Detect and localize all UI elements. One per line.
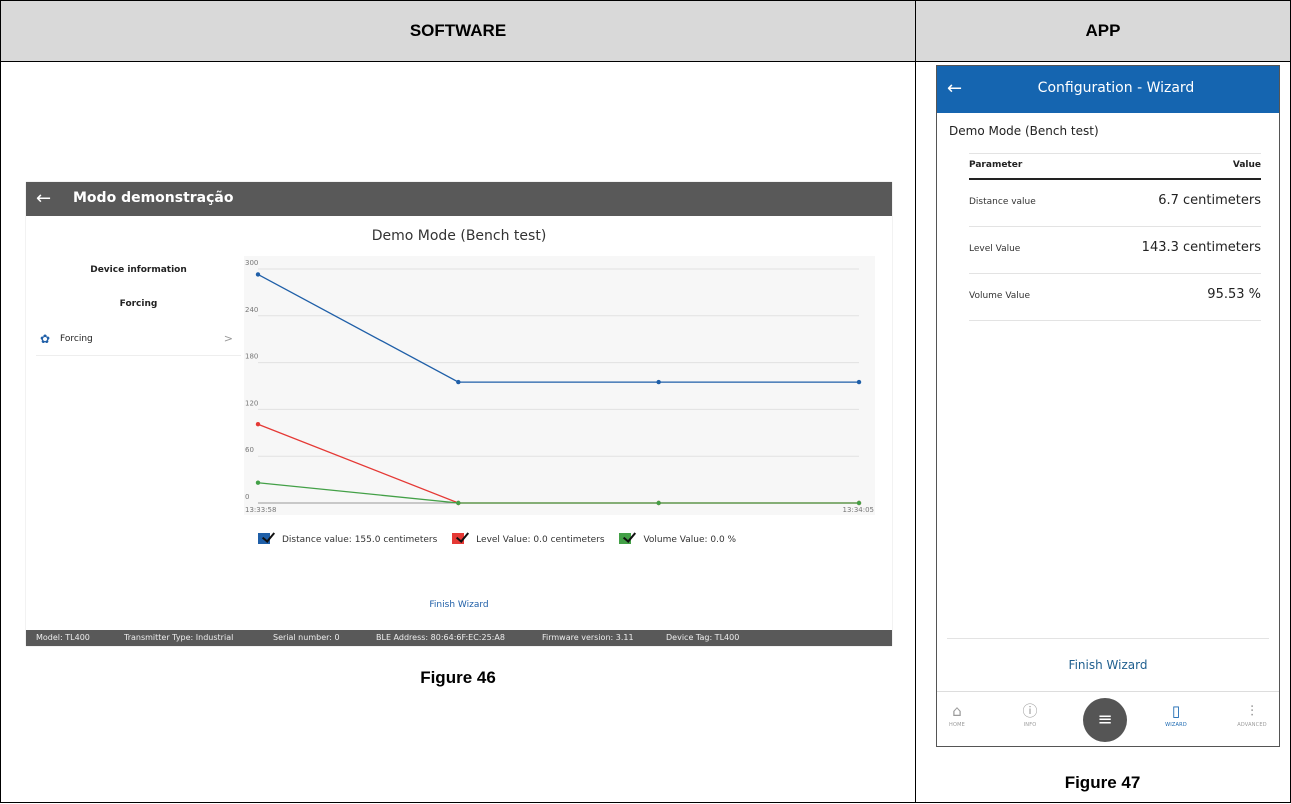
- data-point: [255, 272, 261, 277]
- finish-wizard-button[interactable]: Finish Wizard: [937, 658, 1279, 672]
- chart-legend: Distance value: 155.0 centimeters Level …: [258, 533, 748, 545]
- legend-item-volume[interactable]: Volume Value: 0.0 %: [619, 533, 736, 545]
- divider: [969, 153, 1261, 154]
- bottom-nav: ⌂ HOME ⓘ INFO ≡ ▯ WIZARD ⫶ ADVANCED: [937, 691, 1279, 746]
- comparison-table: SOFTWARE APP ← Modo demonstração Demo Mo…: [0, 0, 1291, 803]
- data-point: [856, 500, 862, 506]
- legend-item-level[interactable]: Level Value: 0.0 centimeters: [452, 533, 605, 545]
- y-tick-label: 180: [245, 353, 258, 361]
- row-label: Volume Value: [969, 291, 1031, 301]
- info-icon: ⓘ: [1022, 702, 1038, 720]
- nav-label: WIZARD: [1165, 722, 1187, 728]
- y-tick-label: 120: [245, 399, 258, 407]
- data-point: [856, 379, 862, 385]
- figure-caption-left: Figure 46: [420, 668, 496, 687]
- nav-advanced[interactable]: ⫶ ADVANCED: [1232, 702, 1272, 728]
- column-header-parameter: Parameter: [969, 160, 1023, 170]
- software-cell: ← Modo demonstração Demo Mode (Bench tes…: [0, 61, 916, 803]
- footer-transmitter: Transmitter Type: Industrial: [124, 633, 234, 642]
- header-software: SOFTWARE: [0, 0, 916, 62]
- sliders-icon: ⫶: [1250, 702, 1254, 720]
- x-tick-label: 13:33:58: [245, 506, 276, 514]
- finish-wizard-link[interactable]: Finish Wizard: [26, 600, 892, 610]
- divider: [947, 638, 1269, 639]
- checkbox-icon: [619, 533, 632, 544]
- table-row: Level Value 143.3 centimeters: [969, 227, 1261, 275]
- footer-ble: BLE Address: 80:64:6F:EC:25:A8: [376, 633, 505, 642]
- y-tick-label: 240: [245, 306, 258, 314]
- legend-item-distance[interactable]: Distance value: 155.0 centimeters: [258, 533, 437, 545]
- y-tick-label: 300: [245, 259, 258, 267]
- legend-label: Distance value: 155.0 centimeters: [282, 535, 438, 545]
- sidebar-device-information[interactable]: Device information: [36, 265, 241, 275]
- header-app: APP: [915, 0, 1291, 62]
- app-title: Configuration - Wizard: [1037, 80, 1195, 96]
- arrow-left-icon[interactable]: ←: [36, 188, 51, 209]
- home-icon: ⌂: [952, 702, 962, 720]
- nav-wizard[interactable]: ▯ WIZARD: [1156, 702, 1196, 728]
- footer-tag: Device Tag: TL400: [666, 633, 740, 642]
- app-screen: ← Configuration - Wizard Demo Mode (Benc…: [936, 65, 1280, 747]
- status-footer: Model: TL400 Transmitter Type: Industria…: [26, 630, 892, 646]
- sidebar-forcing-heading: Forcing: [119, 299, 158, 309]
- divider: [969, 320, 1261, 321]
- data-point: [456, 379, 461, 385]
- nav-info[interactable]: ⓘ INFO: [1010, 702, 1050, 728]
- row-label: Distance value: [969, 197, 1036, 207]
- app-title-bar: ← Configuration - Wizard: [937, 66, 1279, 113]
- gear-icon: ✿: [40, 332, 51, 346]
- table-row: Distance value 6.7 centimeters: [969, 180, 1261, 228]
- footer-model: Model: TL400: [36, 633, 90, 642]
- row-value: 95.53 %: [1207, 287, 1261, 302]
- data-point: [656, 379, 661, 385]
- data-point: [456, 500, 461, 506]
- footer-firmware: Firmware version: 3.11: [542, 633, 634, 642]
- sidebar-item-forcing[interactable]: ✿ Forcing >: [36, 323, 241, 356]
- data-point: [255, 480, 261, 485]
- demo-line-chart: 300 240 180 120 60 0 13:33:58 13:34:05: [244, 256, 875, 515]
- menu-fab[interactable]: ≡: [1083, 698, 1127, 742]
- nav-label: INFO: [1023, 722, 1037, 728]
- app-subtitle: Demo Mode (Bench test): [949, 124, 1099, 138]
- row-value: 6.7 centimeters: [1158, 193, 1261, 208]
- figure-caption-right: Figure 47: [1064, 773, 1141, 792]
- row-value: 143.3 centimeters: [1141, 240, 1261, 255]
- software-window: ← Modo demonstração Demo Mode (Bench tes…: [26, 182, 892, 646]
- checkbox-icon: [258, 533, 270, 544]
- column-header-value: Value: [1232, 160, 1261, 170]
- software-heading: Demo Mode (Bench test): [371, 228, 547, 244]
- nav-label: HOME: [949, 722, 965, 728]
- phone-icon: ▯: [1171, 702, 1181, 720]
- chevron-right-icon: >: [223, 332, 233, 345]
- sidebar-item-label: Forcing: [60, 334, 93, 344]
- y-tick-label: 60: [245, 446, 254, 454]
- row-label: Level Value: [969, 244, 1021, 254]
- nav-label: ADVANCED: [1237, 722, 1267, 728]
- checkbox-icon: [452, 533, 465, 544]
- y-tick-label: 0: [245, 493, 249, 501]
- data-point: [255, 422, 261, 427]
- plot-area: [244, 256, 875, 515]
- app-cell-inner: ← Configuration - Wizard Demo Mode (Benc…: [916, 62, 1289, 804]
- footer-serial: Serial number: 0: [273, 633, 340, 642]
- data-point: [656, 500, 661, 506]
- legend-label: Volume Value: 0.0 %: [643, 535, 737, 545]
- menu-icon: ≡: [1097, 709, 1113, 730]
- x-tick-label: 13:34:05: [843, 506, 874, 514]
- legend-label: Level Value: 0.0 centimeters: [476, 535, 605, 545]
- software-title: Modo demonstração: [73, 190, 234, 206]
- table-row: Volume Value 95.53 %: [969, 274, 1261, 322]
- app-cell: ← Configuration - Wizard Demo Mode (Benc…: [915, 61, 1291, 804]
- software-title-bar: ← Modo demonstração: [26, 182, 892, 216]
- nav-home[interactable]: ⌂ HOME: [937, 702, 977, 728]
